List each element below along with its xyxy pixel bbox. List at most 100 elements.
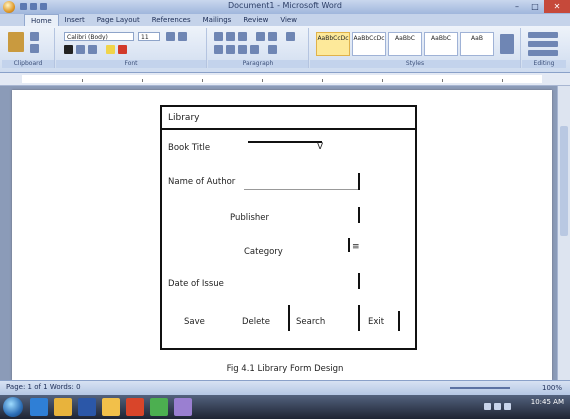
tab-mailings[interactable]: Mailings xyxy=(197,14,238,26)
clock[interactable]: 10:45 AM xyxy=(531,398,564,407)
tab-insert[interactable]: Insert xyxy=(59,14,91,26)
dropdown-arrow-icon: V xyxy=(317,142,324,152)
tab-references[interactable]: References xyxy=(146,14,197,26)
explorer-icon[interactable] xyxy=(54,398,72,416)
form-title: Library xyxy=(162,107,415,130)
date-textbox-edge xyxy=(358,273,360,289)
select-icon[interactable] xyxy=(528,50,558,56)
title-bar: Document1 - Microsoft Word – □ ✕ xyxy=(0,0,570,15)
ie-icon[interactable] xyxy=(30,398,48,416)
decrease-indent-icon[interactable] xyxy=(256,32,265,41)
vertical-scrollbar[interactable] xyxy=(557,86,570,380)
button-divider xyxy=(288,305,290,331)
maximize-button[interactable]: □ xyxy=(526,0,544,13)
clipboard-group: Clipboard xyxy=(2,28,55,68)
find-icon[interactable] xyxy=(528,32,558,38)
clipboard-group-label: Clipboard xyxy=(2,60,54,68)
bold-icon[interactable] xyxy=(64,45,73,54)
editing-group-label: Editing xyxy=(522,60,566,68)
ruler-tick xyxy=(442,79,443,82)
replace-icon[interactable] xyxy=(528,41,558,47)
category-combo-edge xyxy=(348,238,350,252)
category-dropdown-icon: ≡ xyxy=(352,242,360,252)
exit-button-drawing: Exit xyxy=(368,317,385,327)
paragraph-group: Paragraph xyxy=(208,28,309,68)
start-button-icon[interactable] xyxy=(3,397,23,417)
underline-icon[interactable] xyxy=(88,45,97,54)
zoom-slider[interactable] xyxy=(450,387,510,389)
media-icon[interactable] xyxy=(126,398,144,416)
button-divider xyxy=(358,305,360,331)
status-page-words[interactable]: Page: 1 of 1 Words: 0 xyxy=(6,383,81,391)
figure-caption: Fig 4.1 Library Form Design xyxy=(226,364,344,374)
horizontal-ruler[interactable] xyxy=(0,73,570,86)
cut-icon[interactable] xyxy=(30,32,39,41)
style-normal[interactable]: AaBbCcDc xyxy=(316,32,350,56)
align-left-icon[interactable] xyxy=(214,45,223,54)
font-color-icon[interactable] xyxy=(118,45,127,54)
minimize-button[interactable]: – xyxy=(508,0,526,13)
library-form-drawing: Library Book Title V Name of Author Publ… xyxy=(160,105,417,350)
paint-icon[interactable] xyxy=(150,398,168,416)
font-group-label: Font xyxy=(56,60,206,68)
field-label-author: Name of Author xyxy=(168,177,236,187)
shrink-font-icon[interactable] xyxy=(178,32,187,41)
tab-view[interactable]: View xyxy=(274,14,303,26)
numbering-icon[interactable] xyxy=(226,32,235,41)
grow-font-icon[interactable] xyxy=(166,32,175,41)
copy-icon[interactable] xyxy=(30,44,39,53)
field-label-book-title: Book Title xyxy=(168,143,211,153)
author-textbox-edge xyxy=(358,173,360,190)
font-size-combo[interactable]: 11 xyxy=(138,32,160,41)
zoom-level[interactable]: 100% xyxy=(542,384,562,392)
tab-review[interactable]: Review xyxy=(237,14,274,26)
font-name-combo[interactable]: Calibri (Body) xyxy=(64,32,134,41)
folder-icon[interactable] xyxy=(102,398,120,416)
delete-button-drawing: Delete xyxy=(242,317,270,327)
word-icon[interactable] xyxy=(78,398,96,416)
field-label-publisher: Publisher xyxy=(230,213,270,223)
ruler-tick xyxy=(82,79,83,82)
highlight-icon[interactable] xyxy=(106,45,115,54)
align-right-icon[interactable] xyxy=(238,45,247,54)
system-tray xyxy=(484,403,524,411)
battery-icon[interactable] xyxy=(504,403,511,410)
italic-icon[interactable] xyxy=(76,45,85,54)
sort-icon[interactable] xyxy=(286,32,295,41)
ribbon: Clipboard Calibri (Body) 11 Font Paragra… xyxy=(0,26,570,73)
increase-indent-icon[interactable] xyxy=(268,32,277,41)
close-button[interactable]: ✕ xyxy=(544,0,570,13)
style-title[interactable]: AaB xyxy=(460,32,494,56)
ribbon-tabs: Home Insert Page Layout References Maili… xyxy=(0,14,570,26)
justify-icon[interactable] xyxy=(250,45,259,54)
ruler-track xyxy=(22,75,542,83)
editing-group: Editing xyxy=(522,28,566,68)
taskbar: 10:45 AM xyxy=(0,395,570,419)
line-spacing-icon[interactable] xyxy=(268,45,277,54)
scrollbar-thumb[interactable] xyxy=(560,126,568,236)
multilevel-icon[interactable] xyxy=(238,32,247,41)
paste-icon[interactable] xyxy=(8,32,24,52)
field-label-date-of-issue: Date of Issue xyxy=(168,279,224,289)
style-no-spacing[interactable]: AaBbCcDc xyxy=(352,32,386,56)
volume-icon[interactable] xyxy=(494,403,501,410)
author-textbox xyxy=(244,189,358,190)
window-controls: – □ ✕ xyxy=(508,0,570,13)
bullets-icon[interactable] xyxy=(214,32,223,41)
book-title-combo xyxy=(248,141,322,143)
align-center-icon[interactable] xyxy=(226,45,235,54)
change-styles-icon[interactable] xyxy=(500,34,514,54)
button-divider xyxy=(398,311,400,331)
network-icon[interactable] xyxy=(484,403,491,410)
ruler-tick xyxy=(382,79,383,82)
ruler-tick xyxy=(502,79,503,82)
save-button-drawing: Save xyxy=(184,317,205,327)
camera-icon[interactable] xyxy=(174,398,192,416)
ruler-tick xyxy=(142,79,143,82)
style-heading-1[interactable]: AaBbC xyxy=(388,32,422,56)
tab-home[interactable]: Home xyxy=(24,14,59,26)
ruler-tick xyxy=(262,79,263,82)
style-heading-2[interactable]: AaBbC xyxy=(424,32,458,56)
publisher-textbox-edge xyxy=(358,207,360,223)
tab-page-layout[interactable]: Page Layout xyxy=(91,14,146,26)
